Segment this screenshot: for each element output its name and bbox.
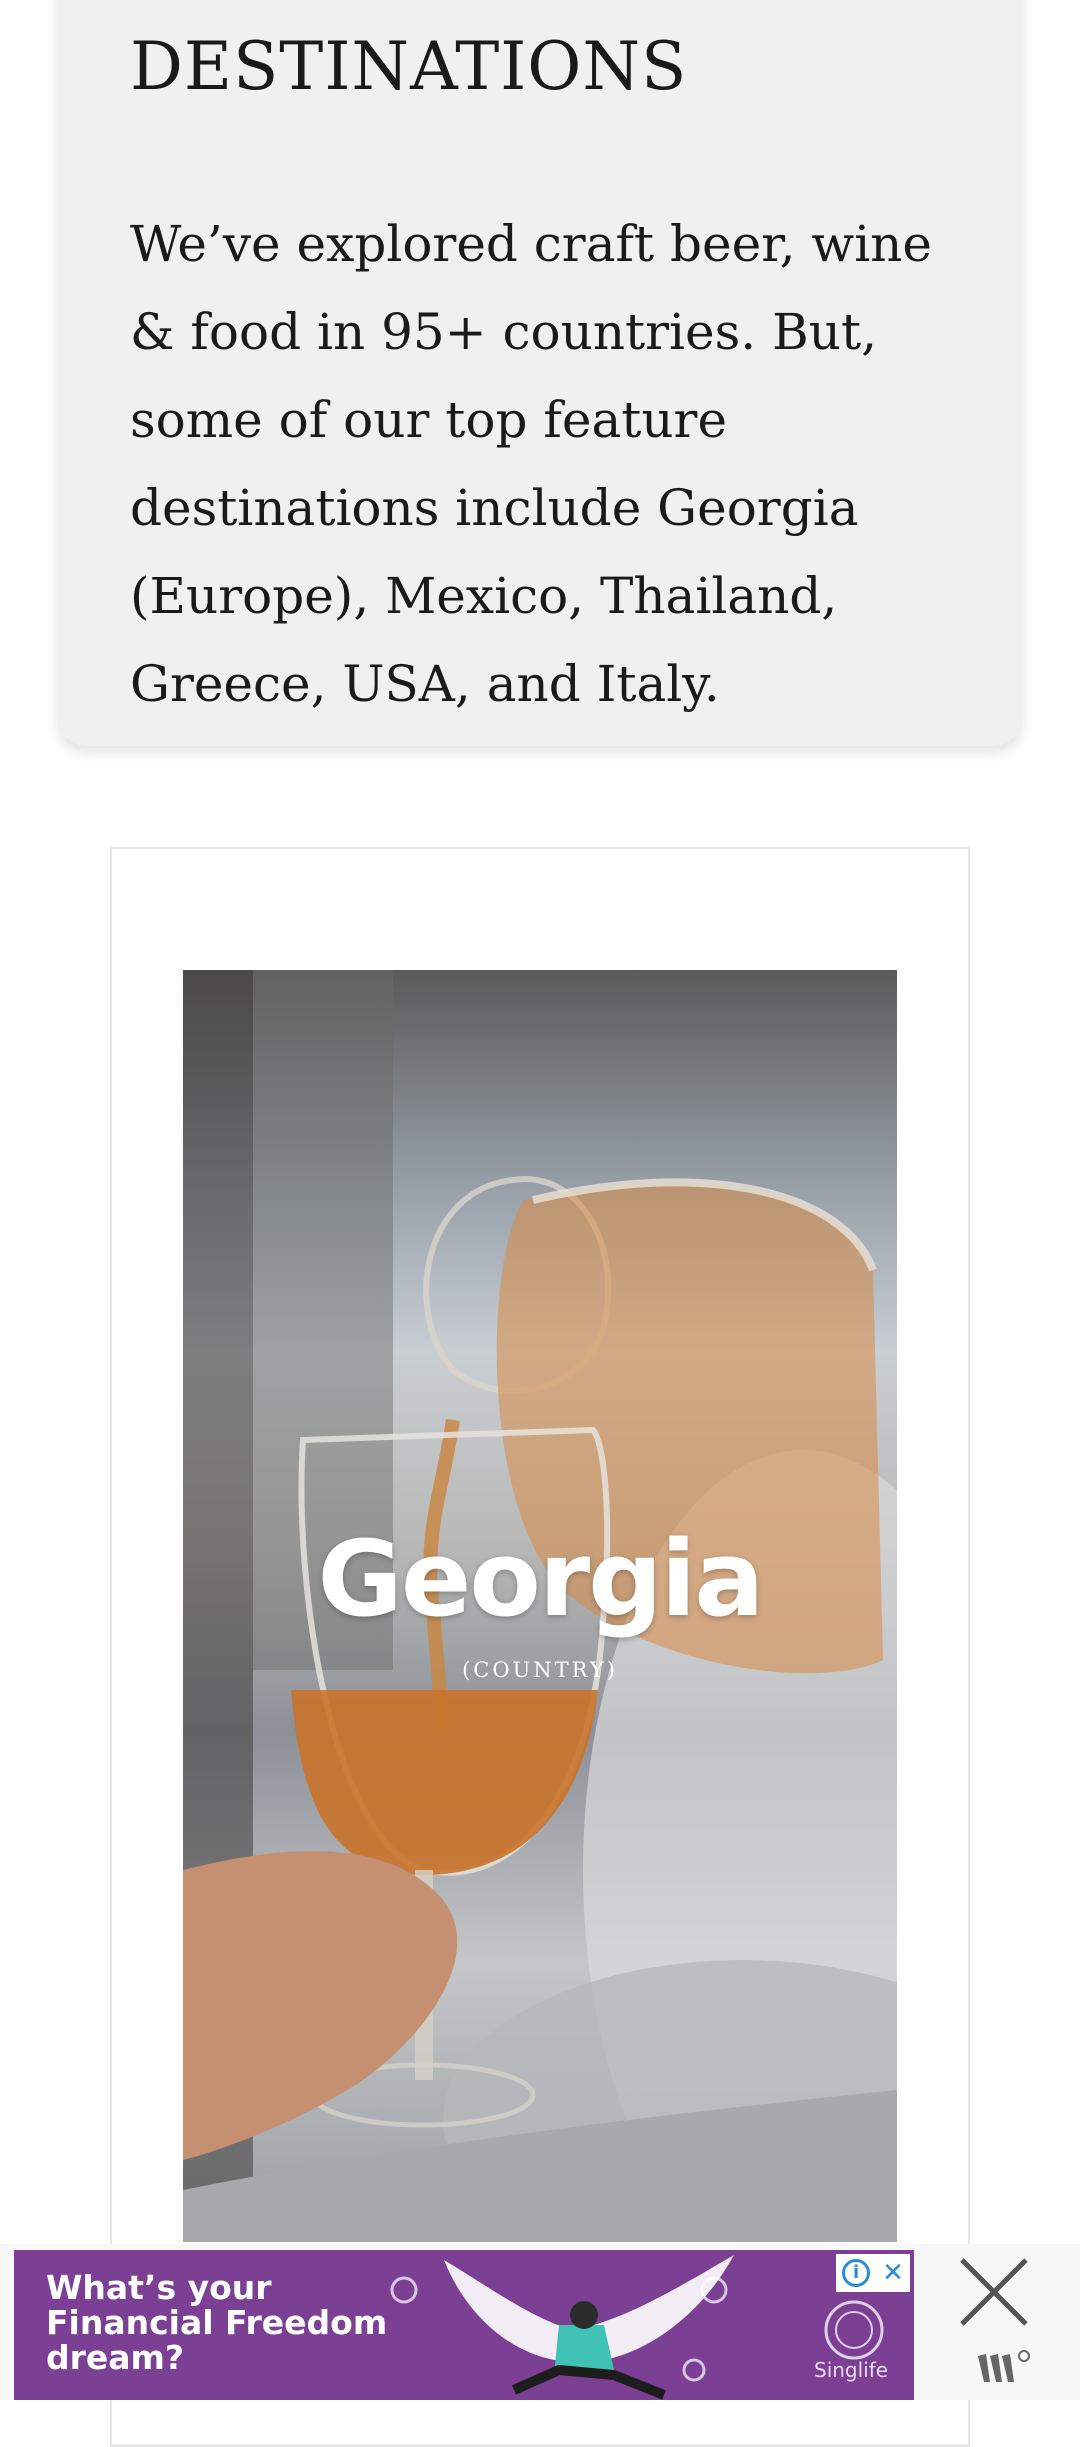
georgia-feature-image[interactable]: Georgia (COUNTRY): [183, 970, 897, 2242]
destinations-title: DESTINATIONS: [130, 28, 688, 105]
image-subtitle: (COUNTRY): [462, 1658, 618, 1682]
ad-brand: Singlife: [814, 2358, 889, 2382]
close-icon[interactable]: [956, 2254, 1032, 2330]
ad-choice-close-icon[interactable]: ✕: [882, 2260, 904, 2286]
ad-network-logo-icon: [978, 2350, 1030, 2382]
image-title: Georgia: [317, 1518, 765, 1640]
destinations-description: We’ve explored craft beer, wine & food i…: [130, 215, 932, 713]
ad-bar: What’s your Financial Freedom dream? Sin…: [0, 2244, 1080, 2400]
info-icon[interactable]: i: [842, 2259, 871, 2287]
ad-banner[interactable]: What’s your Financial Freedom dream? Sin…: [14, 2250, 914, 2400]
ad-headline: What’s your Financial Freedom dream?: [46, 2268, 388, 2377]
ad-info-box[interactable]: i ✕: [836, 2254, 910, 2292]
